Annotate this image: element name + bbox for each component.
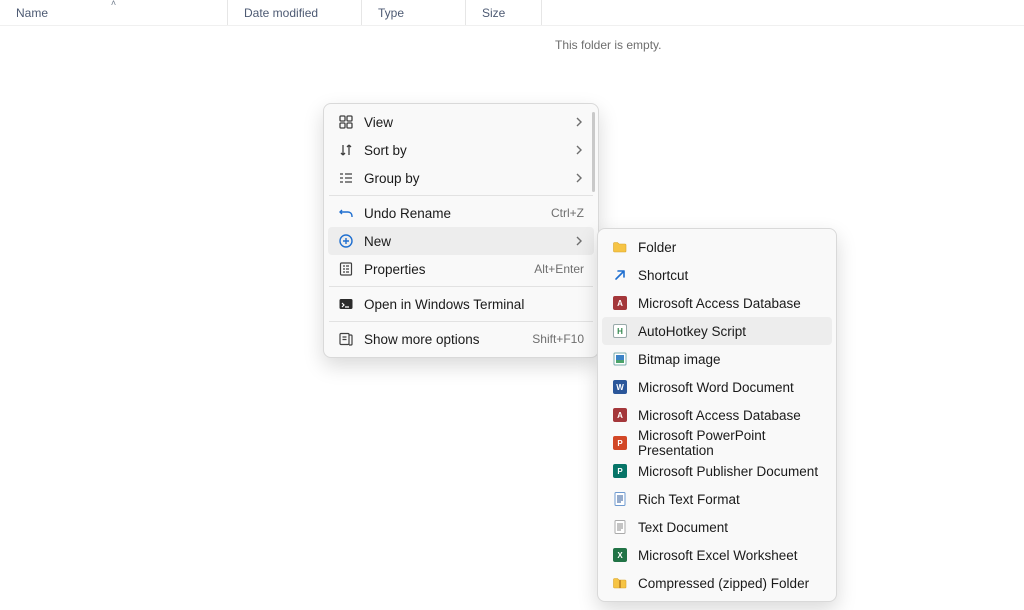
new-submenu: Folder Shortcut A Microsoft Access Datab…: [597, 228, 837, 602]
new-zip-label: Compressed (zipped) Folder: [638, 576, 809, 591]
menu-view-label: View: [364, 115, 393, 130]
bitmap-icon: [612, 351, 628, 367]
menu-show-more-shortcut: Shift+F10: [532, 332, 584, 346]
new-folder-label: Folder: [638, 240, 676, 255]
new-text-document[interactable]: Text Document: [602, 513, 832, 541]
new-excel-worksheet[interactable]: X Microsoft Excel Worksheet: [602, 541, 832, 569]
menu-open-terminal[interactable]: Open in Windows Terminal: [328, 290, 594, 318]
column-type-label: Type: [378, 6, 404, 20]
show-more-icon: [338, 331, 354, 347]
menu-show-more-options[interactable]: Show more options Shift+F10: [328, 325, 594, 353]
column-header-row: Name ˄ Date modified Type Size: [0, 0, 1024, 26]
new-excel-label: Microsoft Excel Worksheet: [638, 548, 798, 563]
new-ahk-label: AutoHotkey Script: [638, 324, 746, 339]
new-autohotkey-script[interactable]: H AutoHotkey Script: [602, 317, 832, 345]
group-icon: [338, 170, 354, 186]
menu-undo-shortcut: Ctrl+Z: [551, 206, 584, 220]
access-icon: A: [612, 407, 628, 423]
menu-separator: [329, 321, 593, 322]
new-access2-label: Microsoft Access Database: [638, 408, 801, 423]
menu-group-by-label: Group by: [364, 171, 420, 186]
menu-properties[interactable]: Properties Alt+Enter: [328, 255, 594, 283]
menu-new-label: New: [364, 234, 391, 249]
chevron-right-icon: [574, 143, 584, 158]
new-shortcut[interactable]: Shortcut: [602, 261, 832, 289]
chevron-right-icon: [574, 115, 584, 130]
new-powerpoint-presentation[interactable]: P Microsoft PowerPoint Presentation: [602, 429, 832, 457]
text-icon: [612, 519, 628, 535]
menu-undo-label: Undo Rename: [364, 206, 451, 221]
column-date-label: Date modified: [244, 6, 318, 20]
undo-icon: [338, 205, 354, 221]
terminal-icon: [338, 296, 354, 312]
zip-folder-icon: [612, 575, 628, 591]
menu-sort-by-label: Sort by: [364, 143, 407, 158]
view-icon: [338, 114, 354, 130]
new-icon: [338, 233, 354, 249]
context-menu: View Sort by Group by: [323, 103, 599, 358]
menu-group-by[interactable]: Group by: [328, 164, 594, 192]
column-date-modified[interactable]: Date modified: [228, 0, 362, 25]
ahk-icon: H: [612, 323, 628, 339]
menu-properties-shortcut: Alt+Enter: [534, 262, 584, 276]
menu-undo-rename[interactable]: Undo Rename Ctrl+Z: [328, 199, 594, 227]
folder-icon: [612, 239, 628, 255]
menu-view[interactable]: View: [328, 108, 594, 136]
new-publisher-label: Microsoft Publisher Document: [638, 464, 818, 479]
column-type[interactable]: Type: [362, 0, 466, 25]
new-compressed-folder[interactable]: Compressed (zipped) Folder: [602, 569, 832, 597]
column-name-label: Name: [16, 6, 48, 20]
new-bitmap-image[interactable]: Bitmap image: [602, 345, 832, 373]
menu-separator: [329, 195, 593, 196]
new-folder[interactable]: Folder: [602, 233, 832, 261]
column-name[interactable]: Name ˄: [0, 0, 228, 25]
powerpoint-icon: P: [612, 435, 628, 451]
rtf-icon: [612, 491, 628, 507]
new-bitmap-label: Bitmap image: [638, 352, 721, 367]
menu-sort-by[interactable]: Sort by: [328, 136, 594, 164]
chevron-right-icon: [574, 234, 584, 249]
sort-icon: [338, 142, 354, 158]
menu-open-terminal-label: Open in Windows Terminal: [364, 297, 524, 312]
new-ppt-label: Microsoft PowerPoint Presentation: [638, 428, 822, 458]
shortcut-icon: [612, 267, 628, 283]
new-access-database-2[interactable]: A Microsoft Access Database: [602, 401, 832, 429]
new-access-database[interactable]: A Microsoft Access Database: [602, 289, 832, 317]
new-word-document[interactable]: W Microsoft Word Document: [602, 373, 832, 401]
excel-icon: X: [612, 547, 628, 563]
menu-new[interactable]: New: [328, 227, 594, 255]
new-access-label: Microsoft Access Database: [638, 296, 801, 311]
menu-show-more-label: Show more options: [364, 332, 480, 347]
new-rtf[interactable]: Rich Text Format: [602, 485, 832, 513]
sort-ascending-icon: ˄: [111, 0, 116, 8]
new-txt-label: Text Document: [638, 520, 728, 535]
word-icon: W: [612, 379, 628, 395]
new-word-label: Microsoft Word Document: [638, 380, 794, 395]
column-size-label: Size: [482, 6, 505, 20]
column-size[interactable]: Size: [466, 0, 542, 25]
menu-separator: [329, 286, 593, 287]
properties-icon: [338, 261, 354, 277]
new-shortcut-label: Shortcut: [638, 268, 688, 283]
menu-properties-label: Properties: [364, 262, 426, 277]
publisher-icon: P: [612, 463, 628, 479]
chevron-right-icon: [574, 171, 584, 186]
new-rtf-label: Rich Text Format: [638, 492, 740, 507]
access-icon: A: [612, 295, 628, 311]
empty-folder-message: This folder is empty.: [555, 38, 661, 52]
new-publisher-document[interactable]: P Microsoft Publisher Document: [602, 457, 832, 485]
